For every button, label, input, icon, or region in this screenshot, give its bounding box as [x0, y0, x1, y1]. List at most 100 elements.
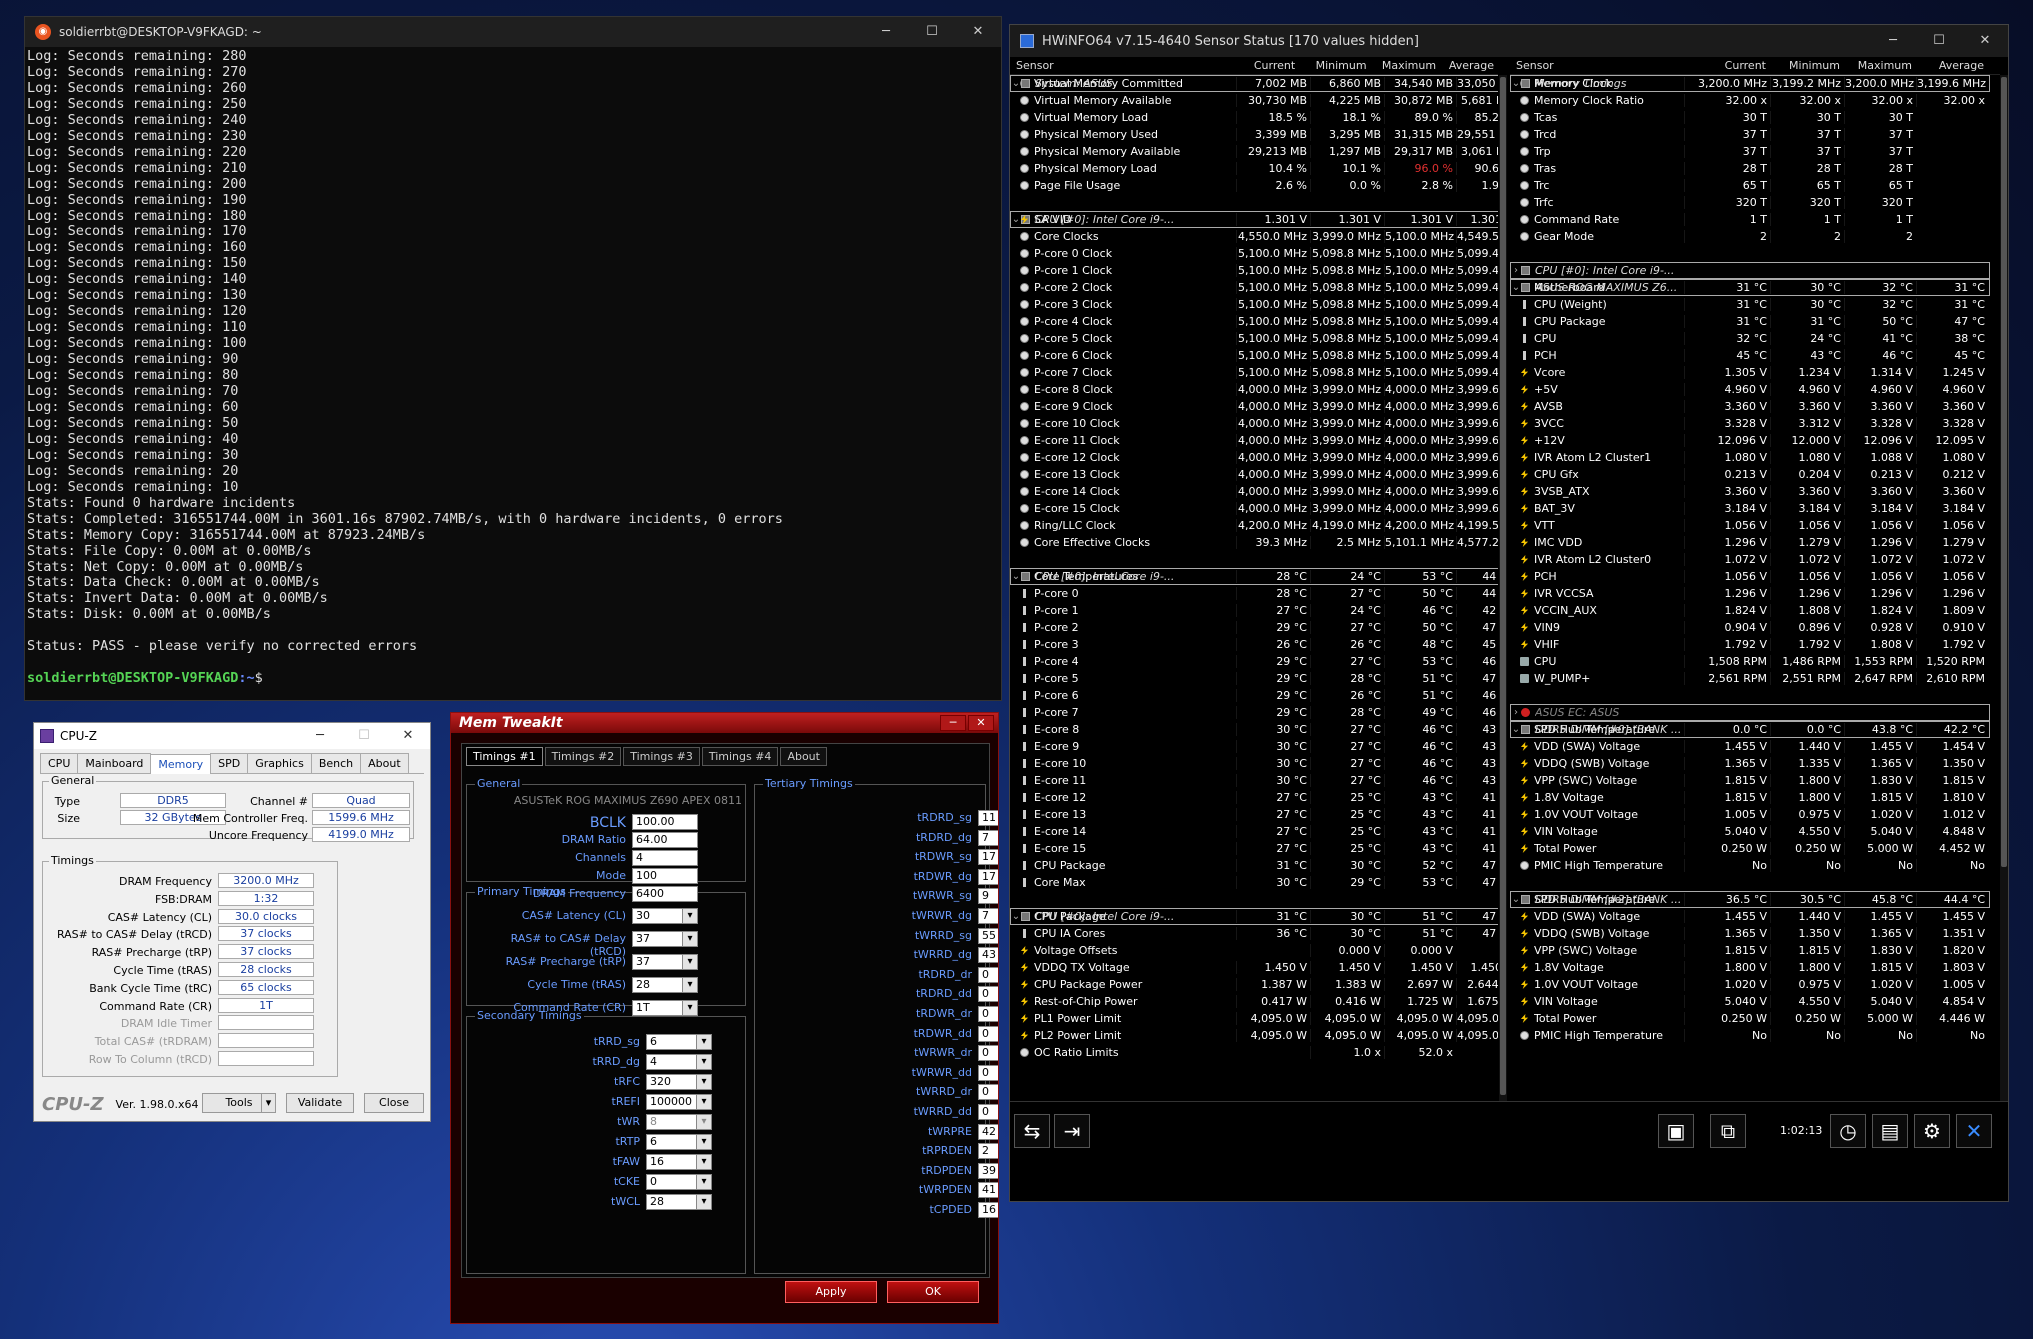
sensor-row[interactable]: VPP (SWC) Voltage 1.815 V 1.800 V 1.830 V 1.… [1510, 772, 2000, 789]
sensor-row[interactable]: P-core 1 Clock 5,100.0 MHz 5,098.8 MHz 5,10… [1010, 262, 1498, 279]
sensor-row[interactable]: VIN Voltage 5.040 V 4.550 V 5.040 V 4.848 V [1510, 823, 2000, 840]
hwinfo-titlebar[interactable]: HWiNFO64 v7.15-4640 Sensor Status [170 v… [1010, 25, 2008, 57]
sensor-row[interactable]: E-core 14 27 °C25 °C43 °C41 °C [1010, 823, 1498, 840]
mt-field-value[interactable]: 28 [646, 1194, 712, 1210]
sensor-row[interactable]: Rest-of-Chip Power 0.417 W 0.416 W 1.725 W1… [1010, 993, 1498, 1010]
sensor-row[interactable]: E-core 11 30 °C27 °C46 °C43 °C [1010, 772, 1498, 789]
mt-field-value[interactable]: 6 [646, 1034, 712, 1050]
sensor-row[interactable]: Trp 37 T 37 T 37 T [1510, 143, 2000, 160]
sensor-row[interactable]: P-core 1 27 °C24 °C46 °C42 °C [1010, 602, 1498, 619]
terminal-prompt[interactable]: soldierrbt@DESKTOP-V9FKAGD:~$ [27, 670, 1001, 687]
sensor-row[interactable]: E-core 8 Clock 4,000.0 MHz 3,999.0 MHz 4,00… [1010, 381, 1498, 398]
sensor-row[interactable]: VPP (SWC) Voltage 1.815 V 1.815 V 1.830 V 1.… [1510, 942, 2000, 959]
sensor-row[interactable]: E-core 15 Clock 4,000.0 MHz 3,999.0 MHz 4,0… [1010, 500, 1498, 517]
mt-field-value[interactable]: 39 [978, 1162, 998, 1179]
tab-about[interactable]: About [360, 753, 409, 773]
sensor-row[interactable]: P-core 0 28 °C27 °C50 °C44 °C [1010, 585, 1498, 602]
sensor-row[interactable]: Tras 28 T 28 T 28 T [1510, 160, 2000, 177]
mt-field-value[interactable]: 6400 [632, 886, 698, 902]
mt-field-value[interactable]: 7 [978, 829, 998, 846]
sensor-row[interactable]: VTT 1.056 V 1.056 V 1.056 V 1.056 V [1510, 517, 2000, 534]
sensor-row[interactable]: CPU Package Power 1.387 W 1.383 W 2.697 W 2.… [1010, 976, 1498, 993]
mt-field-value[interactable]: 41 [978, 1182, 998, 1199]
sensor-row[interactable]: Virtual Memory Load 18.5 % 18.1 % 89.0 % 85.… [1010, 109, 1498, 126]
mt-field-value[interactable]: 0 [978, 1025, 998, 1042]
sensor-row[interactable]: CPU Package 31 °C 31 °C 50 °C 47 °C [1510, 313, 2000, 330]
sensor-row[interactable]: 1.8V Voltage 1.800 V 1.800 V 1.815 V 1.803 V [1510, 959, 2000, 976]
mt-field-value[interactable]: 0 [978, 1006, 998, 1022]
sensor-row[interactable]: P-core 6 29 °C26 °C51 °C46 °C [1010, 687, 1498, 704]
sensor-row[interactable]: Core Max 30 °C29 °C53 °C47 °C [1010, 874, 1498, 891]
sensor-row[interactable]: Vcore 1.305 V 1.234 V 1.314 V 1.245 V [1510, 364, 2000, 381]
mt-field-value[interactable]: 7 [978, 908, 998, 924]
sensor-row[interactable]: P-core 5 29 °C28 °C51 °C47 °C [1010, 670, 1498, 687]
expand-icon[interactable]: ⌄ [1511, 724, 1521, 735]
close-button[interactable]: Close [364, 1093, 424, 1113]
sensor-row[interactable]: IMC VDD 1.296 V 1.279 V 1.296 V 1.279 V [1510, 534, 2000, 551]
sensor-row[interactable]: Core Clocks 4,550.0 MHz 3,999.0 MHz 5,100.0… [1010, 228, 1498, 245]
sensor-row[interactable]: IVR Atom L2 Cluster0 1.072 V 1.072 V 1.072 … [1510, 551, 2000, 568]
tab-mainboard[interactable]: Mainboard [77, 753, 152, 773]
tab-cpu[interactable]: CPU [40, 753, 79, 773]
mt-field-value[interactable]: 30 [632, 908, 698, 924]
cpuz-titlebar[interactable]: CPU-Z ─ ☐ ✕ [34, 723, 430, 749]
terminal-output[interactable]: Log: Seconds remaining: 280 Log: Seconds … [25, 47, 1001, 687]
sensor-row[interactable]: VIN9 0.904 V 0.896 V 0.928 V 0.910 V [1510, 619, 2000, 636]
sensor-row[interactable]: E-core 13 27 °C25 °C43 °C41 °C [1010, 806, 1498, 823]
sensor-row[interactable]: ⌄ System: ASUS [1010, 75, 1498, 92]
mt-field-value[interactable]: 4 [646, 1054, 712, 1070]
sensor-row[interactable]: P-core 2 Clock 5,100.0 MHz 5,098.8 MHz 5,10… [1010, 279, 1498, 296]
sensor-row[interactable]: CPU Gfx 0.213 V 0.204 V 0.213 V 0.212 V [1510, 466, 2000, 483]
column-header[interactable]: Sensor [1010, 59, 1228, 72]
sensor-row[interactable]: › CPU [#0]: Intel Core i9-... [1510, 262, 1990, 279]
sensor-row[interactable]: E-core 14 Clock 4,000.0 MHz 3,999.0 MHz 4,0… [1010, 483, 1498, 500]
tab-spd[interactable]: SPD [210, 753, 249, 773]
sensor-row[interactable]: +12V 12.096 V 12.000 V 12.096 V 12.095 V [1510, 432, 2000, 449]
sensor-row[interactable]: 3VSB_ATX 3.360 V 3.360 V 3.360 V 3.360 V [1510, 483, 2000, 500]
sensor-row[interactable]: P-core 7 29 °C28 °C49 °C46 °C [1010, 704, 1498, 721]
mt-field-value[interactable]: 37 [632, 931, 698, 947]
sensor-row[interactable]: PL1 Power Limit 4,095.0 W 4,095.0 W 4,095.0… [1010, 1010, 1498, 1027]
expand-icon[interactable]: ⌄ [1511, 282, 1521, 293]
mt-field-value[interactable]: 100 [632, 868, 698, 884]
mt-field-value[interactable]: 0 [978, 1104, 998, 1120]
expand-icon[interactable]: ⌄ [1011, 78, 1021, 89]
sensor-row[interactable]: ⌄ CPU [#0]: Intel Core i9-... [1010, 211, 1498, 228]
mt-field-value[interactable]: 320 [646, 1074, 712, 1090]
mt-tab-timings-4[interactable]: Timings #4 [701, 747, 779, 766]
sensor-row[interactable]: › ASUS EC: ASUS [1510, 704, 1990, 721]
mt-field-value[interactable]: 16 [978, 1202, 998, 1218]
sensor-row[interactable]: Gear Mode 2 2 2 [1510, 228, 2000, 245]
expand-icon[interactable]: ⌄ [1011, 911, 1021, 922]
sensor-row[interactable]: ⌄ DDR5 DIMM [#2] (BANK ... [1510, 891, 1990, 908]
sensor-row[interactable]: 1.8V Voltage 1.815 V 1.800 V 1.815 V 1.810 V [1510, 789, 2000, 806]
column-header[interactable]: Current [1228, 59, 1299, 72]
memtweakit-window[interactable]: Mem TweakIt ─ ✕ Timings #1 Timings #2 Timin… [450, 712, 999, 1324]
sensor-row[interactable]: VCCIN_AUX 1.824 V 1.808 V 1.824 V 1.809 V [1510, 602, 2000, 619]
sensor-row[interactable]: E-core 12 27 °C25 °C43 °C41 °C [1010, 789, 1498, 806]
sensor-row[interactable]: VDD (SWA) Voltage 1.455 V 1.440 V 1.455 V 1.… [1510, 908, 2000, 925]
sensor-row[interactable]: VDDQ (SWB) Voltage 1.365 V 1.335 V 1.365 V1… [1510, 755, 2000, 772]
network-computers-icon[interactable]: ⧉ [1710, 1114, 1746, 1148]
sensor-row[interactable]: VDDQ TX Voltage 1.450 V 1.450 V 1.450 V 1.45… [1010, 959, 1498, 976]
sensor-row[interactable]: VDDQ (SWB) Voltage 1.365 V 1.350 V 1.365 V1… [1510, 925, 2000, 942]
sensor-row[interactable]: Ring/LLC Clock 4,200.0 MHz 4,199.0 MHz 4,20… [1010, 517, 1498, 534]
sensor-row[interactable]: P-core 4 Clock 5,100.0 MHz 5,098.8 MHz 5,10… [1010, 313, 1498, 330]
column-header[interactable]: Maximum [1371, 59, 1440, 72]
tools-button[interactable]: Tools ▾ [202, 1093, 276, 1113]
column-header[interactable]: Sensor [1510, 59, 1684, 72]
expand-icon[interactable]: ⌄ [1011, 571, 1021, 582]
mt-tab-about[interactable]: About [780, 747, 827, 766]
validate-button[interactable]: Validate [286, 1093, 354, 1113]
mt-field-value[interactable]: 0 [978, 1045, 998, 1062]
sensor-row[interactable]: E-core 9 Clock 4,000.0 MHz 3,999.0 MHz 4,00… [1010, 398, 1498, 415]
sensor-row[interactable]: E-core 13 Clock 4,000.0 MHz 3,999.0 MHz 4,0… [1010, 466, 1498, 483]
mt-tab-timings-1[interactable]: Timings #1 [466, 747, 543, 766]
mt-tab-timings-3[interactable]: Timings #3 [623, 747, 700, 766]
sensor-row[interactable]: VDD (SWA) Voltage 1.455 V 1.440 V 1.455 V 1.… [1510, 738, 2000, 755]
sensor-row[interactable]: E-core 11 Clock 4,000.0 MHz 3,999.0 MHz 4,0… [1010, 432, 1498, 449]
sensor-row[interactable]: ⌄ CPU [#0]: Intel Core i9-... [1010, 908, 1498, 925]
sensor-row[interactable]: Physical Memory Available 29,213 MB 1,297 … [1010, 143, 1498, 160]
network-monitor-icon[interactable]: ▣ [1658, 1114, 1694, 1148]
close-icon[interactable]: ✕ [1956, 1114, 1992, 1148]
